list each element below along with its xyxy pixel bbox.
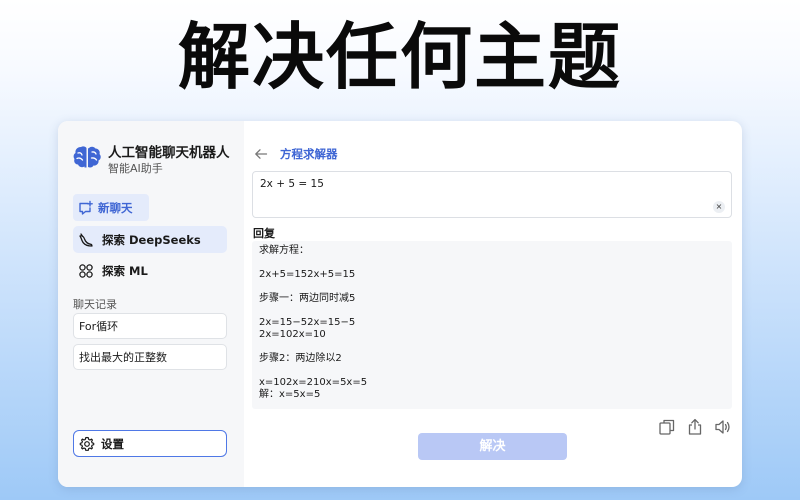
brain-icon	[73, 146, 101, 168]
app-title: 人工智能聊天机器人	[108, 145, 230, 161]
reply-blank-line	[259, 281, 725, 293]
reply-line: x=102x=210x=5x=5	[259, 377, 368, 388]
sidebar: 人工智能聊天机器人 智能AI助手 新聊天 探索 DeepSeeks 探索 ML …	[58, 121, 244, 487]
equation-input[interactable]: 2x + 5 = 15 ×	[252, 171, 732, 218]
app-subtitle: 智能AI助手	[108, 162, 163, 175]
history-item-for-loop[interactable]: For循环	[73, 313, 227, 339]
reply-line: 解：x=5x=5	[259, 389, 321, 400]
reply-blank-line	[259, 341, 725, 353]
new-chat-label: 新聊天	[98, 200, 133, 215]
page-header: 方程求解器	[254, 146, 338, 162]
reply-line: 求解方程：	[259, 245, 309, 256]
history-heading: 聊天记录	[73, 298, 117, 311]
solve-button[interactable]: 解决	[418, 433, 567, 460]
new-chat-button[interactable]: 新聊天	[73, 194, 149, 221]
app-window: 人工智能聊天机器人 智能AI助手 新聊天 探索 DeepSeeks 探索 ML …	[58, 121, 742, 487]
sidebar-item-label: 探索 ML	[102, 263, 148, 278]
reply-line: 2x=102x=10	[259, 329, 326, 340]
settings-label: 设置	[101, 436, 124, 451]
reply-blank-line	[259, 257, 725, 269]
grid-icon	[79, 263, 93, 278]
new-chat-icon	[79, 200, 93, 215]
reply-line: 2x+5=152x+5=15	[259, 269, 356, 280]
settings-button[interactable]: 设置	[73, 430, 227, 457]
speaker-icon[interactable]	[714, 418, 732, 436]
clear-input-button[interactable]: ×	[713, 201, 725, 213]
main-panel: 方程求解器 2x + 5 = 15 × 回复 求解方程： 2x+5=152x+5…	[244, 121, 742, 487]
arrow-left-icon[interactable]	[254, 147, 268, 161]
sidebar-item-explore-deepseeks[interactable]: 探索 DeepSeeks	[73, 226, 227, 253]
history-item-max-integer[interactable]: 找出最大的正整数	[73, 344, 227, 370]
page-title: 方程求解器	[280, 147, 338, 161]
reply-line: 2x=15−52x=15−5	[259, 317, 356, 328]
copy-icon[interactable]	[658, 418, 676, 436]
share-icon[interactable]	[686, 418, 704, 436]
reply-blank-line	[259, 305, 725, 317]
reply-line: 步骤一：两边同时减5	[259, 293, 356, 304]
brand: 人工智能聊天机器人 智能AI助手	[72, 141, 242, 175]
reply-line: 步骤2：两边除以2	[259, 353, 342, 364]
reply-box: 求解方程： 2x+5=152x+5=15 步骤一：两边同时减5 2x=15−52…	[252, 241, 732, 409]
reply-toolbar	[658, 418, 738, 436]
headline: 解决任何主题	[177, 15, 622, 99]
gear-icon	[79, 436, 95, 451]
reply-blank-line	[259, 365, 725, 377]
sidebar-item-label: 探索 DeepSeeks	[102, 232, 201, 247]
reply-heading: 回复	[253, 227, 275, 240]
sidebar-item-explore-ml[interactable]: 探索 ML	[73, 257, 227, 284]
equation-input-value: 2x + 5 = 15	[260, 178, 324, 190]
whale-icon	[79, 232, 93, 247]
